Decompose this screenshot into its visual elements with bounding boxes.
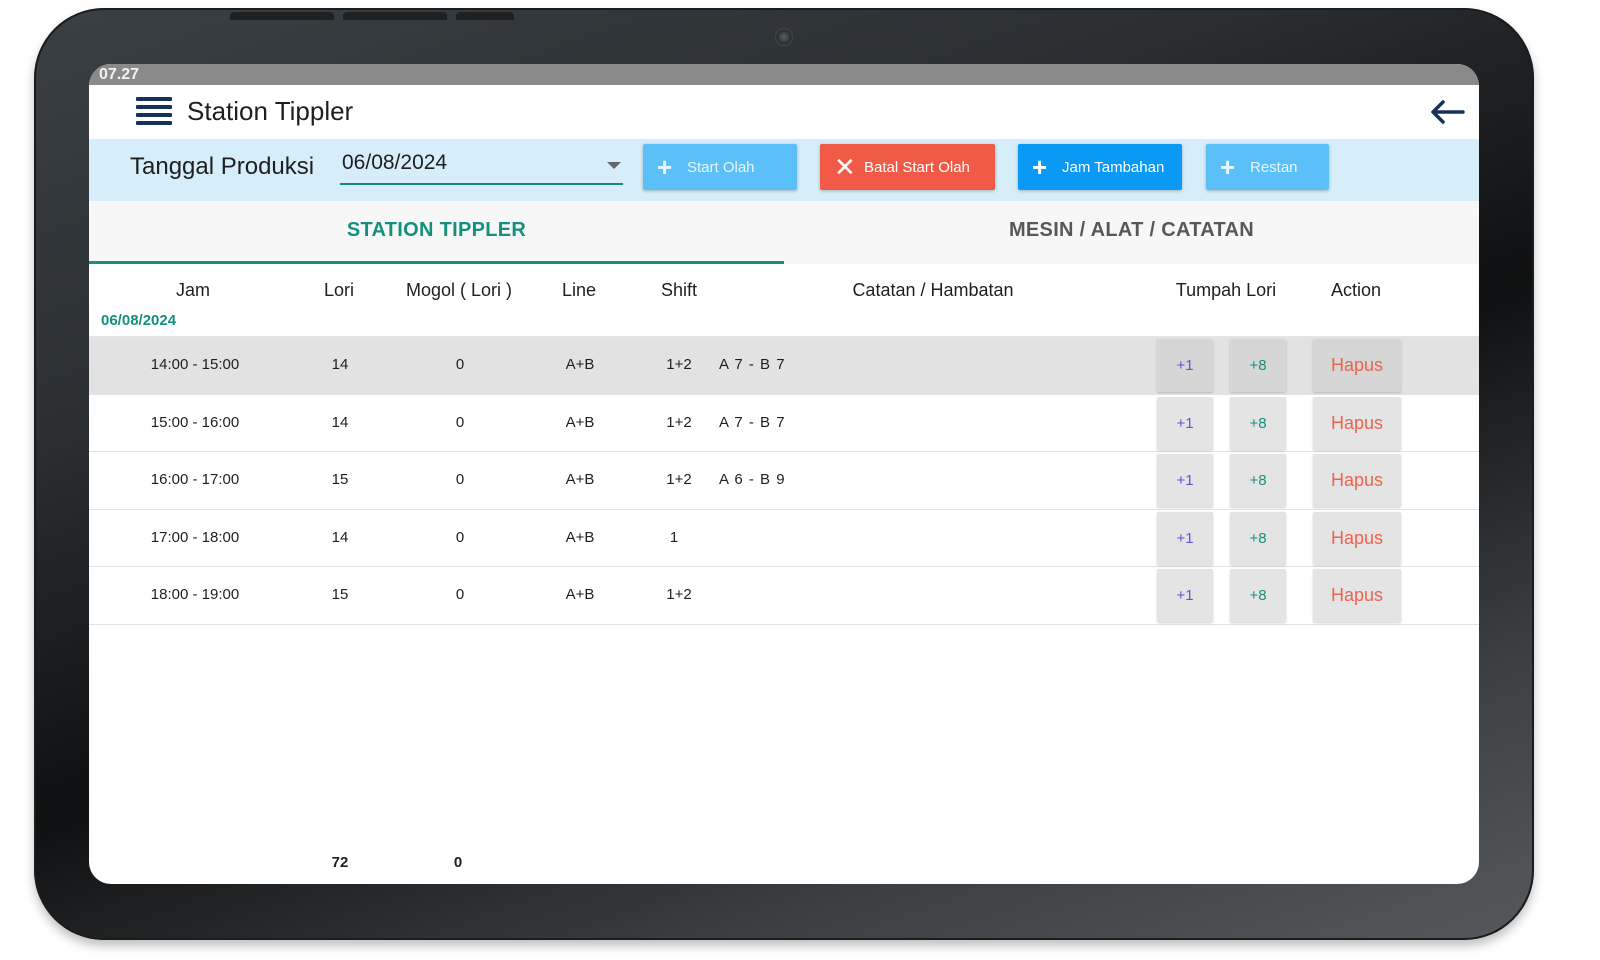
tab-bar: STATION TIPPLER MESIN / ALAT / CATATAN	[89, 201, 1479, 264]
jam-tambahan-button[interactable]: + Jam Tambahan	[1018, 144, 1182, 190]
column-header-catatan: Catatan / Hambatan	[852, 280, 1014, 300]
tumpah-plus1-button[interactable]: +1	[1157, 339, 1213, 392]
app-bar: Station Tippler	[89, 85, 1479, 139]
tumpah-plus1-button[interactable]: +1	[1157, 396, 1213, 450]
status-bar: 07.27	[89, 64, 1479, 85]
hapus-button[interactable]: Hapus	[1313, 569, 1401, 622]
restan-button[interactable]: + Restan	[1206, 144, 1329, 190]
table-row[interactable]: 14:00 - 15:00 14 0 A+B 1+2 A 7 - B 7 +1 …	[89, 337, 1479, 395]
date-filter-label: Tanggal Produksi	[130, 153, 315, 180]
page-title: Station Tippler	[187, 96, 354, 126]
cell-catatan: A 7 - B 7	[719, 356, 786, 373]
column-header-action: Action	[1330, 280, 1382, 300]
cell-lori: 14	[331, 413, 349, 431]
plus-icon: +	[1032, 152, 1048, 182]
camera-icon	[775, 28, 793, 46]
cell-shift: 1+2	[666, 356, 692, 373]
arrow-left-icon[interactable]	[1429, 99, 1465, 125]
batal-start-olah-button[interactable]: ✕ Batal Start Olah	[820, 144, 995, 190]
cell-mogol: 0	[455, 471, 465, 488]
hapus-button[interactable]: Hapus	[1313, 396, 1401, 450]
plus-icon: +	[1220, 152, 1236, 182]
cell-line: A+B	[565, 586, 595, 603]
column-header-mogol: Mogol ( Lori )	[405, 280, 513, 300]
filter-bar: Tanggal Produksi 06/08/2024 + Start Olah…	[89, 139, 1479, 201]
caret-down-icon	[607, 162, 621, 169]
tumpah-plus8-button[interactable]: +8	[1230, 569, 1286, 622]
start-olah-label: Start Olah	[687, 158, 755, 176]
tumpah-plus8-button[interactable]: +8	[1230, 396, 1286, 450]
tablet-side-button	[343, 12, 447, 20]
start-olah-button[interactable]: + Start Olah	[643, 144, 797, 190]
cell-jam: 16:00 - 17:00	[150, 471, 240, 488]
cell-line: A+B	[565, 356, 595, 373]
total-lori: 72	[331, 854, 349, 871]
batal-start-olah-label: Batal Start Olah	[864, 158, 970, 176]
cell-line: A+B	[565, 528, 595, 546]
tumpah-plus1-button[interactable]: +1	[1157, 511, 1213, 565]
restan-label: Restan	[1250, 158, 1298, 176]
column-header-tumpah-lori: Tumpah Lori	[1175, 280, 1277, 300]
tumpah-plus8-button[interactable]: +8	[1230, 454, 1286, 507]
plus-icon: +	[657, 152, 673, 182]
tumpah-plus1-button[interactable]: +1	[1157, 569, 1213, 622]
hapus-button[interactable]: Hapus	[1313, 511, 1401, 565]
column-header-lori: Lori	[323, 280, 354, 300]
tumpah-plus1-button[interactable]: +1	[1157, 454, 1213, 507]
cell-mogol: 0	[455, 528, 465, 546]
cell-jam: 14:00 - 15:00	[150, 356, 240, 373]
cell-shift: 1+2	[666, 471, 692, 488]
cell-jam: 15:00 - 16:00	[150, 413, 240, 431]
status-time: 07.27	[99, 66, 140, 83]
cell-mogol: 0	[455, 586, 465, 603]
cell-line: A+B	[565, 471, 595, 488]
tablet-side-button	[230, 12, 334, 20]
column-header-jam: Jam	[175, 280, 210, 300]
cell-mogol: 0	[455, 413, 465, 431]
cell-mogol: 0	[455, 356, 465, 373]
table-row[interactable]: 18:00 - 19:00 15 0 A+B 1+2 +1 +8 Hapus	[89, 567, 1479, 625]
tab-station-tippler[interactable]: STATION TIPPLER	[89, 201, 784, 264]
column-header-shift: Shift	[660, 280, 698, 300]
tab-mesin-alat-catatan[interactable]: MESIN / ALAT / CATATAN	[784, 201, 1479, 264]
table-row[interactable]: 16:00 - 17:00 15 0 A+B 1+2 A 6 - B 9 +1 …	[89, 452, 1479, 510]
cell-shift: 1+2	[666, 413, 692, 431]
jam-tambahan-label: Jam Tambahan	[1062, 158, 1165, 176]
cell-lori: 14	[331, 528, 349, 546]
table-row[interactable]: 17:00 - 18:00 14 0 A+B 1 +1 +8 Hapus	[89, 510, 1479, 567]
hamburger-menu-icon[interactable]	[136, 97, 172, 127]
hapus-button[interactable]: Hapus	[1313, 454, 1401, 507]
date-select[interactable]: 06/08/2024	[340, 147, 623, 185]
cell-jam: 18:00 - 19:00	[150, 586, 240, 603]
table-body: 14:00 - 15:00 14 0 A+B 1+2 A 7 - B 7 +1 …	[89, 337, 1479, 625]
tumpah-plus8-button[interactable]: +8	[1230, 339, 1286, 392]
app-screen: 07.27 Station Tippler Tanggal Produksi 0…	[89, 64, 1479, 884]
cell-catatan: A 7 - B 7	[719, 413, 786, 431]
cell-lori: 15	[331, 586, 349, 603]
cell-jam: 17:00 - 18:00	[150, 528, 240, 546]
total-mogol: 0	[453, 854, 463, 871]
tumpah-plus8-button[interactable]: +8	[1230, 511, 1286, 565]
close-icon: ✕	[834, 152, 856, 182]
table-row[interactable]: 15:00 - 16:00 14 0 A+B 1+2 A 7 - B 7 +1 …	[89, 395, 1479, 452]
hapus-button[interactable]: Hapus	[1313, 339, 1401, 392]
date-select-value: 06/08/2024	[342, 151, 448, 174]
table-header: Jam Lori Mogol ( Lori ) Line Shift Catat…	[89, 264, 1479, 337]
cell-shift: 1+2	[666, 586, 692, 603]
tablet-side-button	[456, 12, 514, 20]
cell-lori: 15	[331, 471, 349, 488]
column-header-line: Line	[561, 280, 597, 300]
group-date-label: 06/08/2024	[101, 312, 177, 329]
cell-catatan: A 6 - B 9	[719, 471, 786, 488]
cell-shift: 1	[669, 528, 679, 546]
cell-line: A+B	[565, 413, 595, 431]
cell-lori: 14	[331, 356, 349, 373]
